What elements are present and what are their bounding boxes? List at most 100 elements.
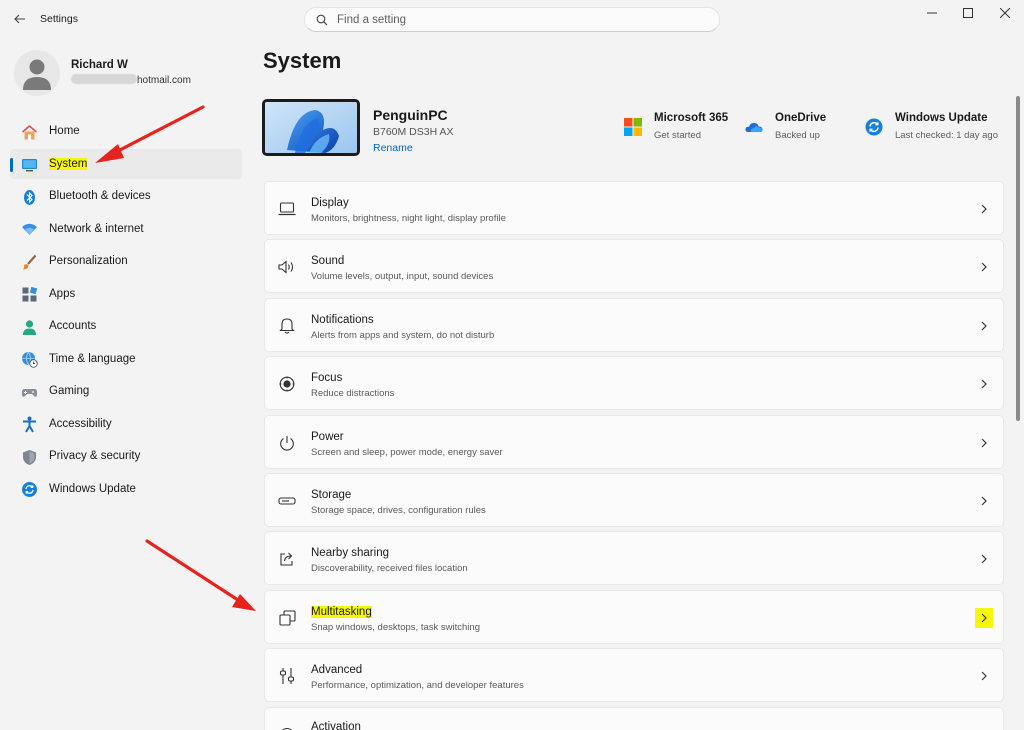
globe-clock-icon (20, 351, 38, 369)
app-title: Settings (40, 13, 78, 25)
card-title: Display (311, 197, 349, 209)
device-model: B760M DS3H AX (373, 126, 454, 138)
sidebar-item-system[interactable]: System (10, 148, 242, 179)
card-title: Focus (311, 372, 343, 385)
sidebar-item-personalization[interactable]: Personalization (10, 246, 242, 276)
chevron-right-icon (975, 607, 993, 628)
sidebar-item-home[interactable]: Home (10, 116, 242, 146)
chevron-right-icon (975, 491, 993, 511)
card-subtitle: Discoverability, received files location (311, 563, 468, 575)
sidebar-item-time-language[interactable]: Time & language (10, 344, 242, 374)
chevron-right-icon (975, 257, 993, 277)
sidebar-item-label: Home (49, 125, 80, 137)
card-subtitle: Monitors, brightness, night light, displ… (311, 213, 506, 224)
user-email: hotmail.com (71, 74, 191, 86)
brush-icon (20, 253, 38, 271)
system-icon (20, 156, 38, 174)
advanced-icon (277, 667, 297, 685)
chevron-right-icon (975, 666, 993, 686)
close-button[interactable] (993, 4, 1017, 22)
close-icon (1000, 8, 1010, 18)
sidebar-item-label: Accounts (49, 320, 97, 332)
sidebar-item-bluetooth[interactable]: Bluetooth & devices (10, 181, 242, 211)
minimize-button[interactable] (920, 4, 944, 22)
home-icon (20, 123, 38, 141)
card-subtitle: Reduce distractions (311, 388, 395, 400)
settings-card-display[interactable]: Display Monitors, brightness, night ligh… (264, 181, 1004, 235)
redacted-email (71, 74, 137, 84)
settings-card-power[interactable]: Power Screen and sleep, power mode, ener… (264, 414, 1004, 469)
sidebar-item-privacy[interactable]: Privacy & security (10, 441, 242, 471)
wallpaper-bloom-image (265, 102, 357, 153)
focus-icon (277, 375, 297, 393)
speaker-icon (277, 258, 297, 276)
sidebar-item-label: Personalization (49, 255, 128, 267)
update-icon (20, 481, 38, 499)
storage-icon (277, 492, 297, 510)
accessibility-icon (20, 416, 38, 434)
settings-card-multitasking[interactable]: Multitasking Snap windows, desktops, tas… (264, 589, 1004, 644)
sidebar-item-label: Accessibility (49, 417, 112, 430)
sidebar-item-accounts[interactable]: Accounts (10, 311, 242, 341)
onedrive-icon (745, 122, 763, 132)
chevron-right-icon (975, 199, 993, 219)
settings-card-nearby-sharing[interactable]: Nearby sharing Discoverability, received… (264, 531, 1004, 586)
card-title: Storage (311, 488, 352, 501)
avatar (14, 50, 60, 96)
sidebar-item-label: Time & language (49, 352, 136, 365)
card-subtitle: Performance, optimization, and developer… (311, 680, 524, 692)
minimize-icon (927, 12, 937, 14)
sidebar-item-gaming[interactable]: Gaming (10, 376, 242, 406)
card-subtitle: Screen and sleep, power mode, energy sav… (311, 446, 503, 458)
share-icon (277, 550, 297, 568)
quick-link-title: Microsoft 365 (654, 112, 729, 124)
quick-link-subtitle: Get started (654, 130, 701, 141)
settings-card-sound[interactable]: Sound Volume levels, output, input, soun… (264, 239, 1004, 294)
chevron-right-icon (975, 433, 993, 453)
settings-card-activation[interactable]: Activation (264, 706, 1004, 730)
sidebar-item-accessibility[interactable]: Accessibility (10, 409, 242, 439)
settings-list: Display Monitors, brightness, night ligh… (264, 181, 1004, 730)
quick-link-subtitle: Last checked: 1 day ago (895, 130, 998, 141)
page-title: System (263, 48, 342, 73)
search-icon (316, 14, 328, 26)
sidebar-nav: Home System Bluetooth & devices Network … (10, 116, 242, 506)
wifi-icon (20, 221, 38, 239)
sidebar-item-windows-update[interactable]: Windows Update (10, 474, 242, 504)
person-icon (23, 59, 51, 90)
card-subtitle: Snap windows, desktops, task switching (311, 621, 480, 633)
search-box[interactable] (304, 7, 720, 32)
settings-card-focus[interactable]: Focus Reduce distractions (264, 356, 1004, 411)
settings-card-notifications[interactable]: Notifications Alerts from apps and syste… (264, 297, 1004, 352)
maximize-button[interactable] (956, 4, 980, 22)
microsoft-365-icon (624, 118, 642, 136)
card-subtitle: Volume levels, output, input, sound devi… (311, 271, 494, 283)
chevron-right-icon (975, 316, 993, 336)
back-button[interactable] (8, 8, 32, 30)
annotation-arrow-multitasking (145, 539, 256, 611)
back-arrow-icon (14, 14, 25, 24)
gamepad-icon (20, 383, 38, 401)
sidebar-item-label: Windows Update (49, 482, 136, 495)
power-icon (277, 434, 297, 452)
card-title: Advanced (311, 664, 363, 677)
sidebar-item-label: Apps (49, 287, 76, 300)
scrollbar[interactable] (1016, 96, 1020, 421)
bell-icon (277, 317, 297, 335)
windows-update-icon (865, 118, 883, 136)
sidebar-item-label: Privacy & security (49, 450, 141, 462)
quick-link-title: Windows Update (895, 112, 988, 124)
card-title: Nearby sharing (311, 547, 389, 560)
card-subtitle: Storage space, drives, configuration rul… (311, 504, 486, 516)
apps-icon (20, 286, 38, 304)
rename-link[interactable]: Rename (373, 142, 413, 154)
search-input[interactable] (337, 11, 707, 29)
chevron-right-icon (975, 549, 993, 569)
chevron-right-icon (975, 374, 993, 394)
sidebar-item-apps[interactable]: Apps (10, 279, 242, 309)
sidebar-item-network[interactable]: Network & internet (10, 214, 242, 244)
bluetooth-icon (20, 188, 38, 206)
settings-card-advanced[interactable]: Advanced Performance, optimization, and … (264, 648, 1004, 703)
title-bar: Settings (0, 0, 1024, 40)
settings-card-storage[interactable]: Storage Storage space, drives, configura… (264, 472, 1004, 527)
